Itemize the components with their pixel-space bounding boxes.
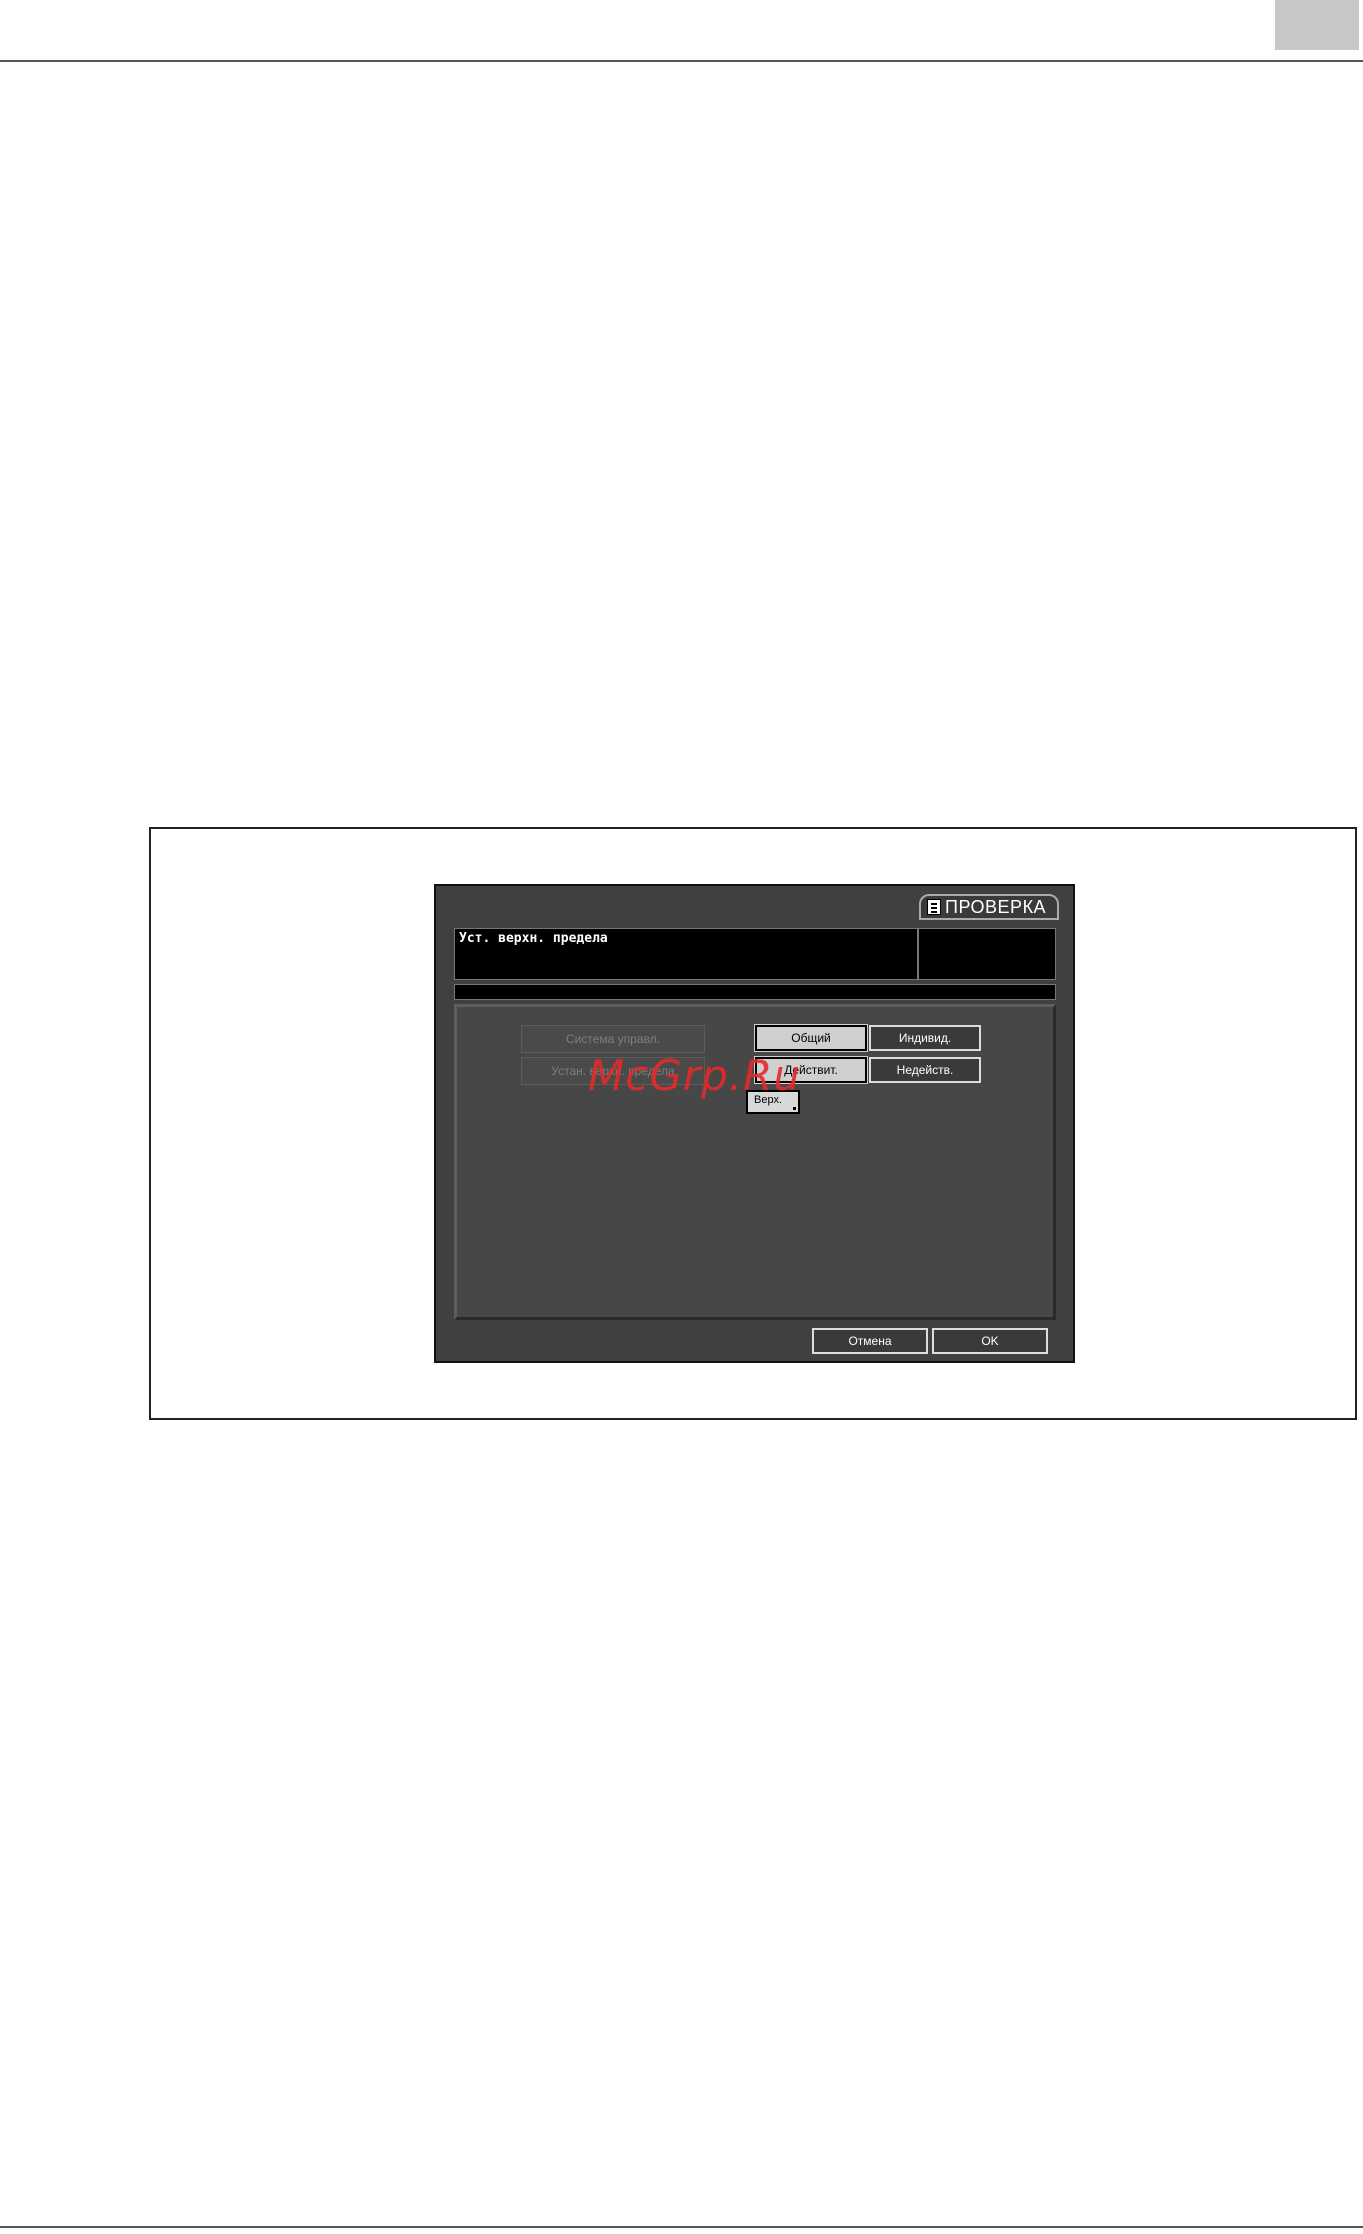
screen-header: Уст. верхн. предела (454, 928, 1056, 980)
document-icon (927, 899, 941, 915)
header-rule (0, 60, 1363, 62)
ok-button[interactable]: OK (932, 1328, 1048, 1354)
check-tab-label: ПРОВЕРКА (945, 896, 1047, 917)
header-divider (917, 929, 919, 979)
inactive-option-button[interactable]: Недейств. (869, 1057, 981, 1083)
footer-rule (0, 2226, 1363, 2228)
watermark-text: McGrp.Ru (588, 1051, 801, 1100)
device-screen: ПРОВЕРКА Уст. верхн. предела Система упр… (434, 884, 1075, 1363)
chapter-tab (1275, 0, 1359, 50)
common-option-button[interactable]: Общий (754, 1024, 868, 1052)
message-bar (454, 984, 1056, 1000)
system-management-button[interactable]: Система управл. (521, 1025, 705, 1053)
individual-option-button[interactable]: Индивид. (869, 1025, 981, 1051)
screen-title: Уст. верхн. предела (459, 931, 608, 946)
cancel-button[interactable]: Отмена (812, 1328, 928, 1354)
check-tab[interactable]: ПРОВЕРКА (919, 894, 1059, 920)
